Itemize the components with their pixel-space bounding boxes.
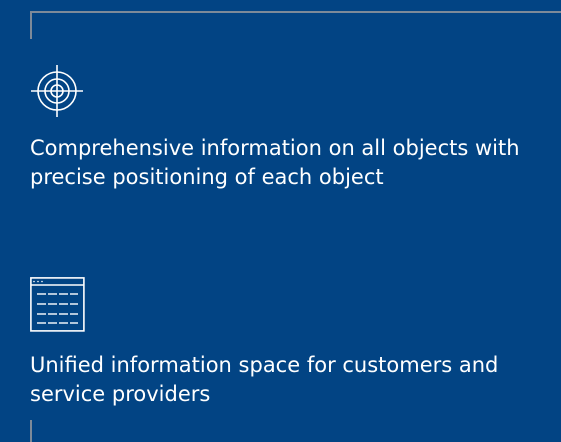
- target-icon: [31, 65, 83, 117]
- document-list-icon: [30, 277, 85, 332]
- info-panel: Comprehensive information on all objects…: [0, 0, 561, 442]
- feature-text-unified-space: Unified information space for customers …: [30, 353, 499, 406]
- feature-text-positioning: Comprehensive information on all objects…: [30, 136, 520, 189]
- frame-left-top-line: [30, 11, 32, 39]
- frame-left-bottom-line: [30, 420, 32, 442]
- frame-top-line: [30, 11, 561, 13]
